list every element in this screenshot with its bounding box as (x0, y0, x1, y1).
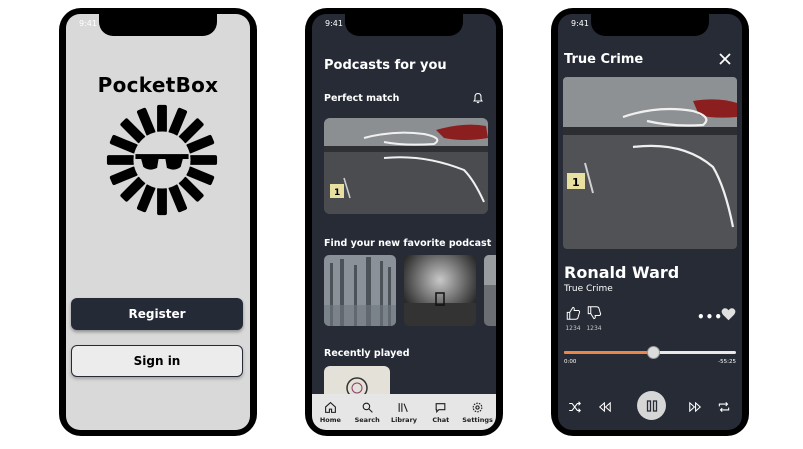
player-screen: 9:41 True Crime 1 Ronald Ward True Crime (558, 14, 742, 430)
progress-slider[interactable] (564, 347, 736, 358)
pause-icon (646, 399, 657, 412)
perfect-match-podcast-card[interactable]: 1 (324, 118, 488, 214)
like-button[interactable]: 1234 (564, 305, 582, 332)
tab-label: Library (390, 415, 418, 424)
elapsed-time: 0:00 (564, 359, 577, 365)
tab-label: Settings (462, 415, 493, 424)
settings-icon (472, 402, 483, 412)
thumbs-up-icon (566, 306, 580, 320)
tab-search[interactable]: Search (349, 401, 385, 424)
more-options-icon[interactable]: ••• (697, 310, 723, 324)
empty-room-chair-artwork (404, 255, 476, 326)
page-title: Podcasts for you (324, 58, 447, 73)
home-icon (324, 401, 336, 413)
recently-played-heading: Recently played (324, 348, 410, 359)
find-new-podcast-heading: Find your new favorite podcast (324, 238, 492, 249)
login-screen: 9:41 PocketBox Register Sign in (66, 14, 250, 430)
player-phone: 9:41 True Crime 1 Ronald Ward True Crime (551, 8, 749, 436)
repeat-icon[interactable] (717, 401, 731, 413)
fast-forward-icon[interactable] (688, 401, 702, 413)
phone-notch (99, 14, 217, 36)
tab-label: Home (319, 415, 341, 424)
sign-in-button[interactable]: Sign in (71, 345, 243, 377)
svg-text:1: 1 (572, 176, 580, 189)
tab-home[interactable]: Home (312, 401, 348, 424)
dislike-count: 1234 (586, 325, 602, 332)
progress-fill (564, 351, 654, 354)
pause-button[interactable] (637, 391, 666, 420)
tab-label: Search (354, 415, 380, 424)
progress-handle[interactable] (647, 347, 659, 358)
crime-scene-artwork: 1 (563, 77, 737, 249)
rewind-icon[interactable] (598, 401, 612, 413)
tab-library[interactable]: Library (386, 401, 422, 424)
podcast-thumbnail-room[interactable] (404, 255, 476, 326)
tab-chat[interactable]: Chat (423, 401, 459, 424)
chat-icon (435, 402, 446, 413)
bottom-tab-bar: Home Search Library Chat Settings (312, 394, 496, 430)
track-title: Ronald Ward (564, 263, 680, 282)
dislike-button[interactable]: 1234 (585, 305, 603, 332)
tab-settings[interactable]: Settings (460, 401, 496, 424)
library-icon (399, 402, 409, 412)
phone-notch (591, 14, 709, 36)
like-count: 1234 (565, 325, 581, 332)
phone-notch (345, 14, 463, 36)
track-category: True Crime (564, 284, 613, 294)
shuffle-icon[interactable] (568, 401, 582, 413)
register-button[interactable]: Register (71, 298, 243, 330)
thumbs-down-icon (587, 306, 601, 320)
bell-icon[interactable] (472, 92, 484, 104)
status-time: 9:41 (571, 19, 589, 28)
discover-phone: 9:41 Podcasts for you Perfect match 1 Fi… (305, 8, 503, 436)
status-time: 9:41 (325, 19, 343, 28)
partial-artwork (484, 255, 496, 326)
remaining-time: -55:25 (718, 359, 736, 365)
close-icon[interactable] (718, 52, 732, 66)
discover-screen: 9:41 Podcasts for you Perfect match 1 Fi… (312, 14, 496, 430)
foggy-forest-artwork (324, 255, 396, 326)
svg-text:1: 1 (334, 188, 340, 198)
sun-sunglasses-logo-icon (106, 104, 218, 216)
login-phone: 9:41 PocketBox Register Sign in (59, 8, 257, 436)
status-time: 9:41 (79, 19, 97, 28)
search-icon (362, 402, 373, 413)
podcast-thumbnail-forest[interactable] (324, 255, 396, 326)
player-header-title: True Crime (564, 52, 644, 67)
app-brand-title: PocketBox (97, 73, 219, 97)
perfect-match-heading: Perfect match (324, 93, 400, 104)
tab-label: Chat (432, 415, 450, 424)
crime-scene-artwork: 1 (324, 118, 488, 214)
podcast-thumbnail-partial[interactable] (484, 255, 496, 326)
track-artwork: 1 (563, 77, 737, 249)
heart-icon[interactable] (721, 307, 736, 321)
